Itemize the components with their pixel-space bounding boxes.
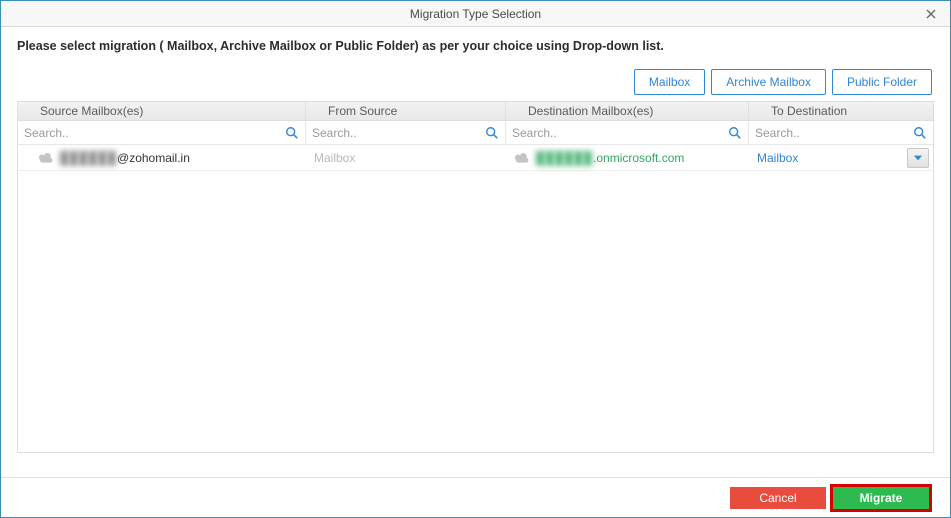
search-cell-to	[749, 121, 933, 144]
cloud-icon	[514, 152, 530, 163]
migration-grid: Source Mailbox(es) From Source Destinati…	[17, 101, 934, 453]
redacted-text: ██████	[60, 151, 117, 165]
redacted-text: ██████	[536, 151, 593, 165]
cancel-button[interactable]: Cancel	[730, 487, 826, 509]
header-from-source: From Source	[306, 102, 506, 120]
search-icon	[285, 126, 299, 140]
migrate-button[interactable]: Migrate	[833, 487, 929, 509]
search-cell-from	[306, 121, 506, 144]
to-destination-dropdown[interactable]	[907, 148, 929, 168]
type-button-bar: Mailbox Archive Mailbox Public Folder	[17, 69, 934, 95]
footer-bar: Cancel Migrate	[1, 477, 950, 517]
grid-header: Source Mailbox(es) From Source Destinati…	[18, 101, 933, 121]
search-input-from[interactable]	[306, 121, 505, 144]
destination-mailbox-value: ██████.onmicrosoft.com	[536, 151, 684, 165]
from-source-cell: Mailbox	[306, 145, 506, 170]
titlebar: Migration Type Selection	[1, 1, 950, 27]
header-to-destination: To Destination	[749, 102, 933, 120]
close-icon[interactable]	[920, 1, 942, 27]
instruction-text: Please select migration ( Mailbox, Archi…	[17, 39, 934, 53]
content-area: Please select migration ( Mailbox, Archi…	[1, 27, 950, 453]
window-title: Migration Type Selection	[410, 7, 541, 21]
migrate-highlight: Migrate	[830, 484, 932, 512]
search-cell-source	[18, 121, 306, 144]
search-input-to[interactable]	[749, 121, 933, 144]
search-icon	[728, 126, 742, 140]
search-row	[18, 121, 933, 145]
archive-mailbox-button[interactable]: Archive Mailbox	[711, 69, 826, 95]
search-icon	[485, 126, 499, 140]
search-input-source[interactable]	[18, 121, 305, 144]
search-cell-destination	[506, 121, 749, 144]
source-mailbox-value: ██████@zohomail.in	[60, 151, 190, 165]
search-icon	[913, 126, 927, 140]
header-destination: Destination Mailbox(es)	[506, 102, 749, 120]
destination-domain: .onmicrosoft.com	[593, 151, 684, 165]
mailbox-button[interactable]: Mailbox	[634, 69, 705, 95]
source-mailbox-cell: ██████@zohomail.in	[18, 145, 306, 170]
source-domain: @zohomail.in	[117, 151, 190, 165]
to-destination-cell: Mailbox	[749, 145, 933, 170]
public-folder-button[interactable]: Public Folder	[832, 69, 932, 95]
to-destination-value: Mailbox	[757, 151, 798, 165]
table-row[interactable]: ██████@zohomail.in Mailbox ██████.onmicr…	[18, 145, 933, 171]
cloud-icon	[38, 152, 54, 163]
destination-mailbox-cell: ██████.onmicrosoft.com	[506, 145, 749, 170]
search-input-destination[interactable]	[506, 121, 748, 144]
header-source: Source Mailbox(es)	[18, 102, 306, 120]
